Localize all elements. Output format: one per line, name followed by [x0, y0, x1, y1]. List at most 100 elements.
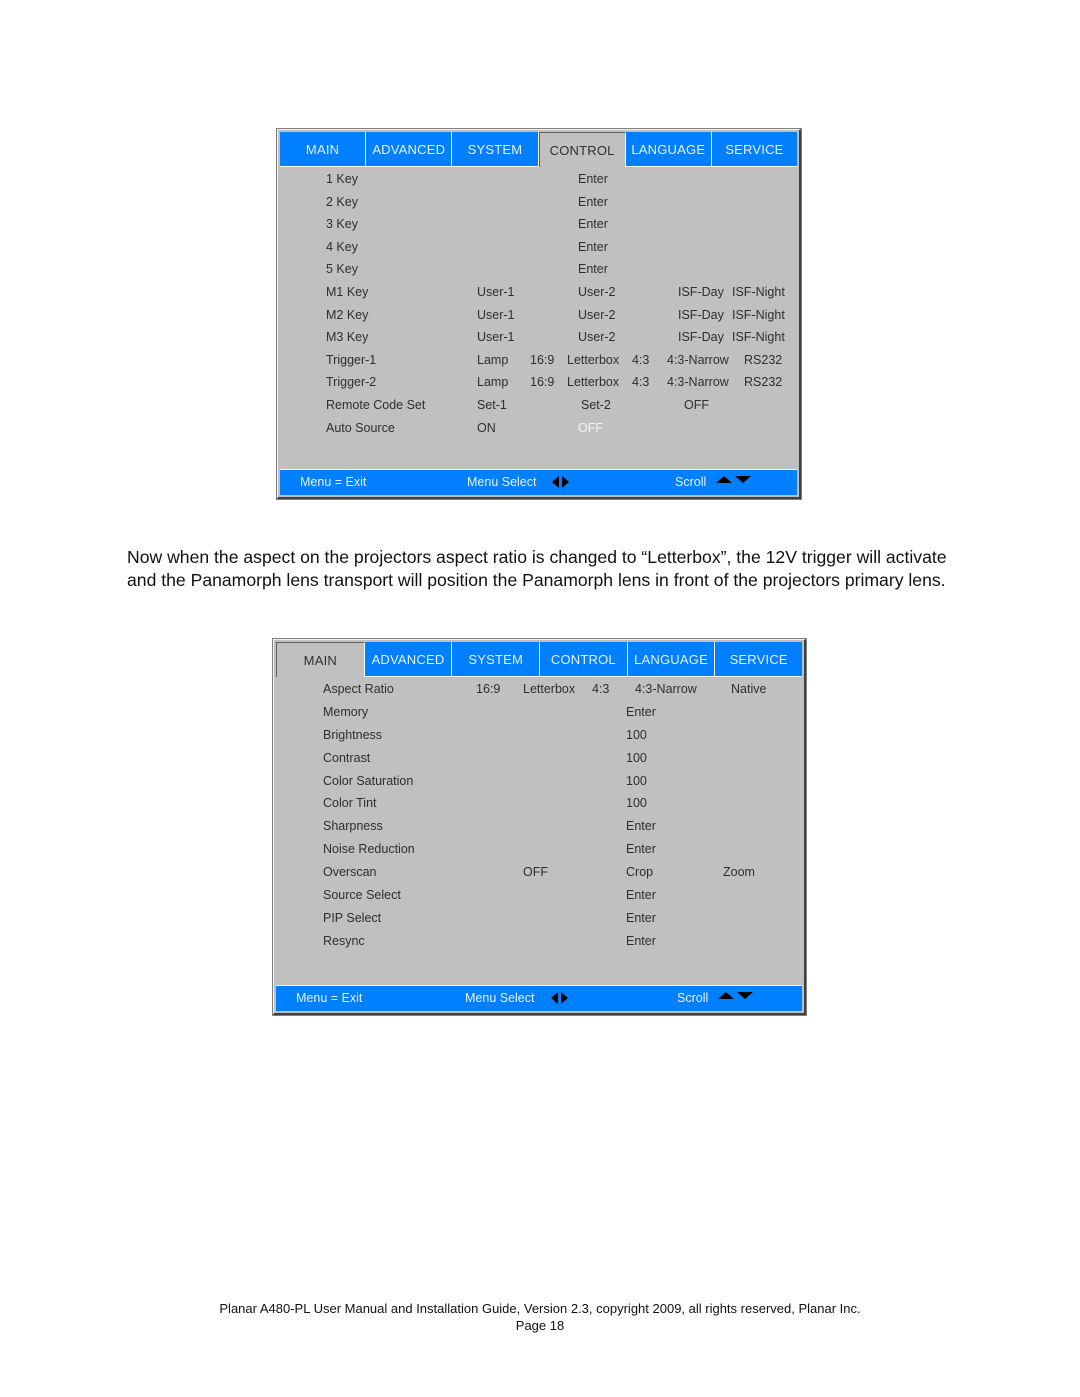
- tab-system[interactable]: SYSTEM: [452, 132, 539, 167]
- row-option[interactable]: Enter: [578, 262, 608, 276]
- row-option[interactable]: Enter: [626, 819, 656, 833]
- row-option[interactable]: Set-1: [477, 398, 507, 412]
- row-option[interactable]: Enter: [626, 934, 656, 948]
- row-option[interactable]: 4:3: [592, 682, 609, 696]
- row-option[interactable]: ISF-Day: [678, 308, 724, 322]
- menu-row-pip-select[interactable]: PIP Select Enter: [274, 907, 804, 930]
- row-option[interactable]: Crop: [626, 865, 653, 879]
- row-value[interactable]: 100: [626, 774, 647, 788]
- menu-row-memory[interactable]: Memory Enter: [274, 701, 804, 724]
- menu-row-contrast[interactable]: Contrast 100: [274, 747, 804, 770]
- row-option[interactable]: Native: [731, 682, 766, 696]
- tab-advanced[interactable]: ADVANCED: [364, 642, 453, 677]
- menu-row-aspect-ratio[interactable]: Aspect Ratio 16:9 Letterbox 4:3 4:3-Narr…: [274, 678, 804, 701]
- tab-service[interactable]: SERVICE: [715, 642, 803, 677]
- row-option[interactable]: User-2: [578, 285, 616, 299]
- menu-row-noise-reduction[interactable]: Noise Reduction Enter: [274, 838, 804, 861]
- row-option[interactable]: Enter: [626, 911, 656, 925]
- row-option[interactable]: Enter: [578, 195, 608, 209]
- row-label: M1 Key: [326, 284, 369, 299]
- row-option[interactable]: User-1: [477, 285, 515, 299]
- menu-row-m3-key[interactable]: M3 Key User-1 User-2 ISF-Day ISF-Night: [278, 326, 799, 349]
- row-label: Color Tint: [323, 796, 377, 811]
- row-option[interactable]: Enter: [626, 842, 656, 856]
- row-option[interactable]: OFF: [523, 865, 548, 879]
- tab-language[interactable]: LANGUAGE: [625, 132, 712, 167]
- menu-row-brightness[interactable]: Brightness 100: [274, 724, 804, 747]
- row-option[interactable]: ISF-Night: [732, 285, 785, 299]
- row-option[interactable]: ISF-Day: [678, 285, 724, 299]
- row-option[interactable]: Set-2: [581, 398, 611, 412]
- row-option[interactable]: RS232: [744, 353, 782, 367]
- row-option[interactable]: 4:3-Narrow: [667, 353, 729, 367]
- row-option[interactable]: Enter: [626, 705, 656, 719]
- row-option[interactable]: ISF-Day: [678, 330, 724, 344]
- tab-language[interactable]: LANGUAGE: [627, 642, 716, 677]
- row-option[interactable]: OFF: [684, 398, 709, 412]
- row-option[interactable]: Lamp: [477, 353, 508, 367]
- menu-row-overscan[interactable]: Overscan OFF Crop Zoom: [274, 861, 804, 884]
- left-right-arrows-icon: [551, 992, 568, 1004]
- menu-row-5-key[interactable]: 5 Key Enter: [278, 258, 799, 281]
- menu-row-3-key[interactable]: 3 Key Enter: [278, 213, 799, 236]
- menu-row-m2-key[interactable]: M2 Key User-1 User-2 ISF-Day ISF-Night: [278, 304, 799, 327]
- row-option-selected[interactable]: OFF: [578, 421, 603, 435]
- menu-row-m1-key[interactable]: M1 Key User-1 User-2 ISF-Day ISF-Night: [278, 281, 799, 304]
- row-option[interactable]: 16:9: [530, 353, 554, 367]
- tab-control[interactable]: CONTROL: [540, 642, 628, 677]
- tab-service[interactable]: SERVICE: [711, 132, 798, 167]
- tab-advanced[interactable]: ADVANCED: [366, 132, 453, 167]
- row-option[interactable]: User-2: [578, 308, 616, 322]
- menu-row-auto-source[interactable]: Auto Source ON OFF: [278, 417, 799, 440]
- menu-row-color-saturation[interactable]: Color Saturation 100: [274, 770, 804, 793]
- row-option[interactable]: 4:3: [632, 375, 649, 389]
- menu-row-remote-code-set[interactable]: Remote Code Set Set-1 Set-2 OFF: [278, 394, 799, 417]
- row-option[interactable]: Enter: [626, 888, 656, 902]
- row-option[interactable]: 4:3: [632, 353, 649, 367]
- tab-system[interactable]: SYSTEM: [452, 642, 541, 677]
- menu-row-1-key[interactable]: 1 Key Enter: [278, 168, 799, 191]
- menu-row-trigger-2[interactable]: Trigger-2 Lamp 16:9 Letterbox 4:3 4:3-Na…: [278, 371, 799, 394]
- menu-footer-bar: Menu = Exit Menu Select Scroll: [276, 985, 802, 1011]
- row-option[interactable]: ISF-Night: [732, 308, 785, 322]
- menu-row-color-tint[interactable]: Color Tint 100: [274, 792, 804, 815]
- tab-control[interactable]: CONTROL: [538, 132, 626, 167]
- row-value[interactable]: 100: [626, 751, 647, 765]
- tab-main[interactable]: MAIN: [276, 642, 365, 677]
- row-option[interactable]: User-1: [477, 330, 515, 344]
- menu-row-4-key[interactable]: 4 Key Enter: [278, 236, 799, 259]
- row-label: Sharpness: [323, 819, 383, 834]
- tab-main[interactable]: MAIN: [280, 132, 367, 167]
- row-option[interactable]: Letterbox: [567, 353, 619, 367]
- row-option[interactable]: Enter: [578, 240, 608, 254]
- row-option[interactable]: ISF-Night: [732, 330, 785, 344]
- up-down-arrows-icon: [718, 992, 753, 999]
- row-label: Memory: [323, 704, 369, 719]
- row-option[interactable]: User-2: [578, 330, 616, 344]
- menu-row-2-key[interactable]: 2 Key Enter: [278, 191, 799, 214]
- menu-row-resync[interactable]: Resync Enter: [274, 930, 804, 953]
- row-option[interactable]: Zoom: [723, 865, 755, 879]
- menu-rows: Aspect Ratio 16:9 Letterbox 4:3 4:3-Narr…: [274, 678, 804, 953]
- menu-row-source-select[interactable]: Source Select Enter: [274, 884, 804, 907]
- menu-footer-bar: Menu = Exit Menu Select Scroll: [280, 469, 797, 495]
- row-option[interactable]: RS232: [744, 375, 782, 389]
- row-option[interactable]: Enter: [578, 172, 608, 186]
- row-option[interactable]: Enter: [578, 217, 608, 231]
- row-option[interactable]: 16:9: [530, 375, 554, 389]
- row-option[interactable]: 4:3-Narrow: [635, 682, 697, 696]
- row-option[interactable]: 16:9: [476, 682, 500, 696]
- copyright-line: Planar A480-PL User Manual and Installat…: [219, 1301, 861, 1316]
- menu-row-sharpness[interactable]: Sharpness Enter: [274, 815, 804, 838]
- row-value[interactable]: 100: [626, 796, 647, 810]
- row-value[interactable]: 100: [626, 728, 647, 742]
- arrow-down-icon: [737, 992, 753, 999]
- row-label: Brightness: [323, 727, 383, 742]
- menu-row-trigger-1[interactable]: Trigger-1 Lamp 16:9 Letterbox 4:3 4:3-Na…: [278, 349, 799, 372]
- row-option[interactable]: ON: [477, 421, 496, 435]
- row-option[interactable]: User-1: [477, 308, 515, 322]
- row-option[interactable]: Letterbox: [567, 375, 619, 389]
- row-option[interactable]: 4:3-Narrow: [667, 375, 729, 389]
- row-option[interactable]: Letterbox: [523, 682, 575, 696]
- row-option[interactable]: Lamp: [477, 375, 508, 389]
